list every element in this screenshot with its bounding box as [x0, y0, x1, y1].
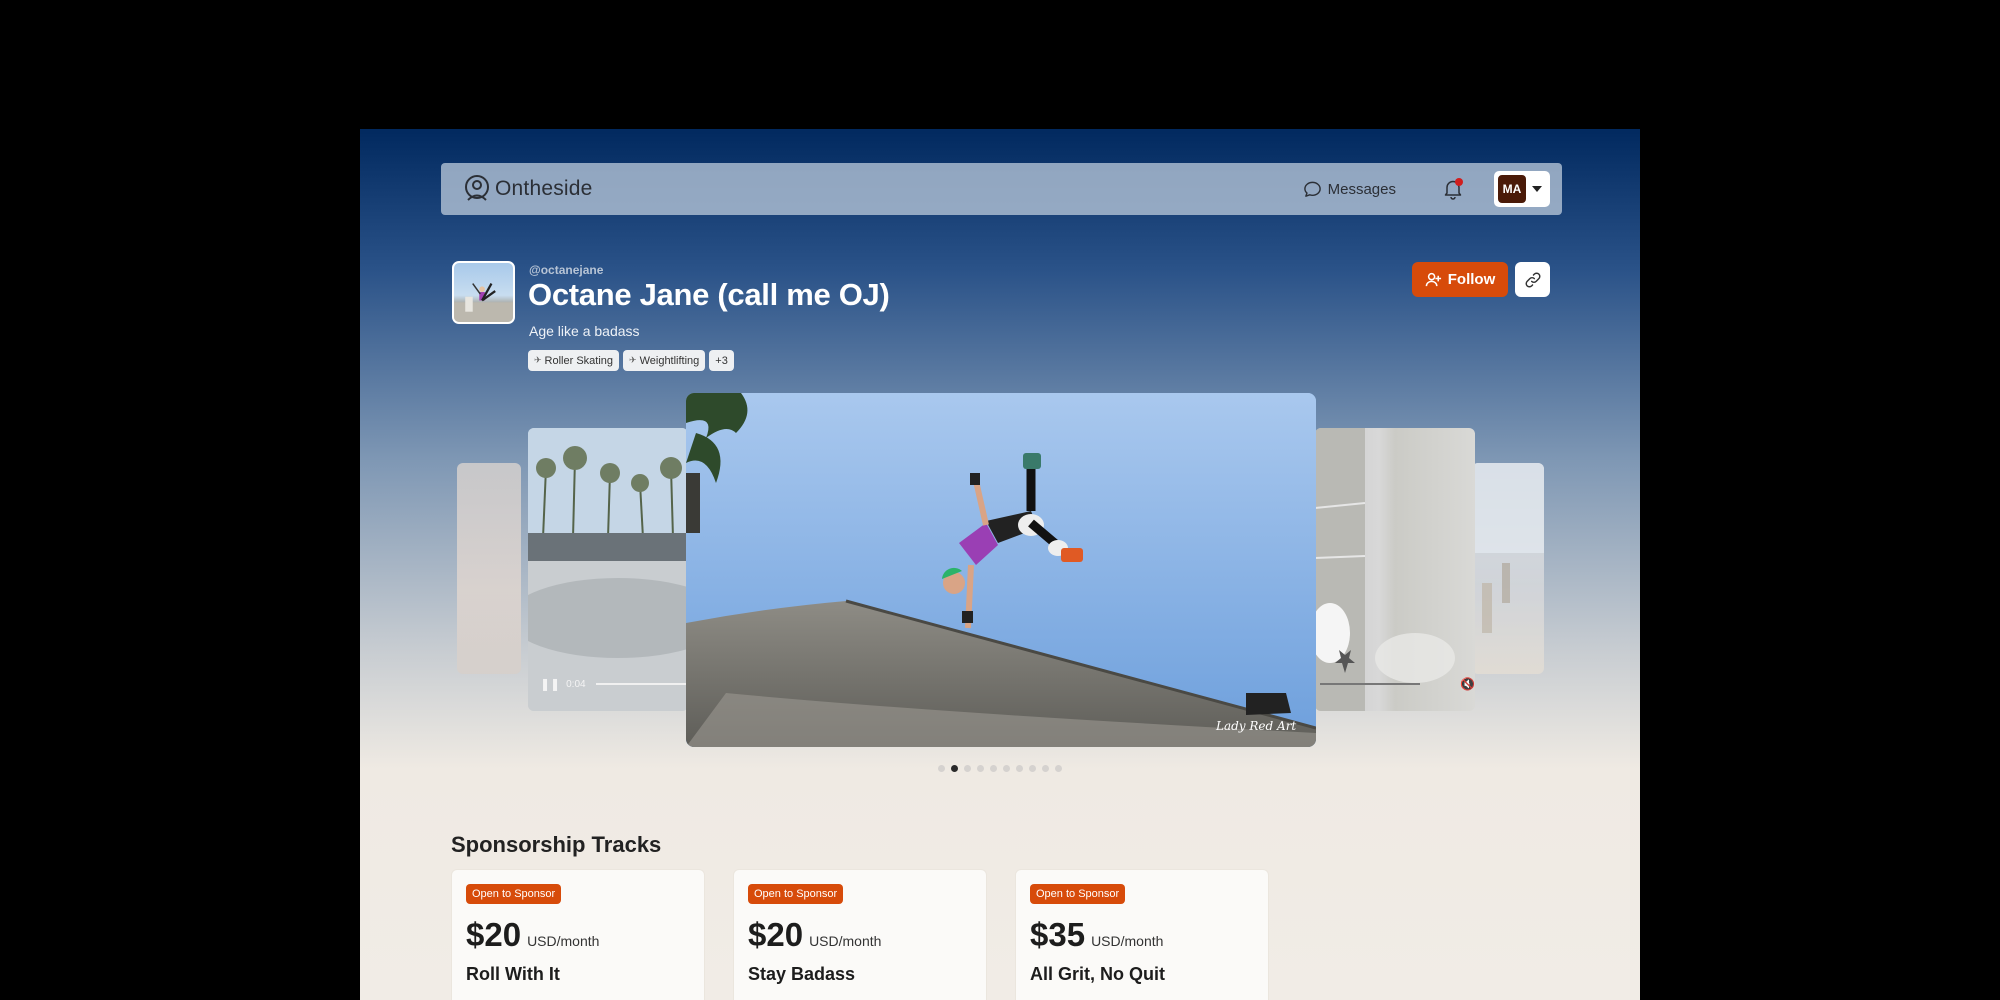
- top-nav: Ontheside Messages MA: [441, 163, 1562, 215]
- track-period: USD/month: [809, 933, 882, 949]
- tag-weightlifting[interactable]: ✈ Weightlifting: [623, 350, 706, 371]
- left-video-controls: ❚❚ 0:04: [540, 677, 696, 691]
- carousel-pagination: [938, 765, 1062, 772]
- link-icon: [1525, 272, 1540, 287]
- page-frame: Ontheside Messages MA @octanejane Octane…: [360, 129, 1640, 1000]
- track-name: Roll With It: [466, 964, 560, 984]
- sponsorship-track-card[interactable]: Open to Sponsor $35 USD/month All Grit, …: [1015, 869, 1269, 1000]
- carousel-slide-far-right[interactable]: [1472, 463, 1544, 674]
- track-price: $35: [1030, 916, 1086, 953]
- profile-tagline: Age like a badass: [529, 323, 640, 339]
- profile-photo: [452, 261, 515, 324]
- brand-logo[interactable]: Ontheside: [461, 173, 593, 205]
- wing-icon: ✈: [534, 355, 542, 365]
- carousel-dot[interactable]: [977, 765, 984, 772]
- copy-link-button[interactable]: [1515, 262, 1550, 297]
- brand-name: Ontheside: [495, 177, 593, 200]
- track-name: All Grit, No Quit: [1030, 964, 1165, 984]
- carousel-dot[interactable]: [990, 765, 997, 772]
- carousel-dot[interactable]: [1016, 765, 1023, 772]
- wing-icon: ✈: [629, 355, 637, 365]
- track-price: $20: [748, 916, 804, 953]
- profile-handle: @octanejane: [529, 263, 604, 277]
- add-user-icon: [1425, 272, 1441, 287]
- account-menu-button[interactable]: MA: [1494, 171, 1550, 207]
- carousel-active-slide[interactable]: Lady Red Art: [686, 393, 1316, 747]
- follow-label: Follow: [1447, 271, 1496, 288]
- notifications-button[interactable]: [1442, 178, 1464, 200]
- right-video-controls: 🔇: [1320, 677, 1475, 691]
- tag-label: Roller Skating: [544, 354, 614, 367]
- video-time: 0:04: [566, 678, 586, 690]
- messages-label: Messages: [1327, 180, 1396, 198]
- status-badge: Open to Sponsor: [466, 884, 562, 904]
- ontheside-logo-icon: [465, 175, 489, 201]
- video-progress-track[interactable]: [1320, 683, 1420, 685]
- messages-link[interactable]: Messages: [1303, 180, 1396, 199]
- status-badge: Open to Sponsor: [748, 884, 844, 904]
- tag-label: Weightlifting: [639, 354, 700, 367]
- carousel-dot[interactable]: [964, 765, 971, 772]
- carousel-dot[interactable]: [1029, 765, 1036, 772]
- track-period: USD/month: [527, 933, 600, 949]
- track-price: $20: [466, 916, 522, 953]
- tag-label: +3: [715, 354, 728, 367]
- sponsorship-track-card[interactable]: Open to Sponsor $20 USD/month Roll With …: [451, 869, 705, 1000]
- carousel-dot[interactable]: [1055, 765, 1062, 772]
- avatar: MA: [1498, 175, 1526, 203]
- carousel-slide-right[interactable]: [1315, 428, 1475, 711]
- chevron-down-icon: [1532, 186, 1542, 192]
- sponsorship-track-card[interactable]: Open to Sponsor $20 USD/month Stay Badas…: [733, 869, 987, 1000]
- sponsorship-section-title: Sponsorship Tracks: [451, 832, 662, 857]
- carousel-dot[interactable]: [938, 765, 945, 772]
- chat-bubble-icon: [1303, 181, 1321, 197]
- status-badge: Open to Sponsor: [1030, 884, 1126, 904]
- pause-icon[interactable]: ❚❚: [540, 677, 560, 691]
- carousel-dot[interactable]: [1003, 765, 1010, 772]
- tag-roller-skating[interactable]: ✈ Roller Skating: [528, 350, 620, 371]
- tag-more[interactable]: +3: [709, 350, 734, 371]
- roller-skater-photo: Lady Red Art: [686, 393, 1316, 747]
- carousel-dot-active[interactable]: [951, 765, 958, 772]
- track-name: Stay Badass: [748, 964, 856, 984]
- track-period: USD/month: [1091, 933, 1164, 949]
- carousel-slide-far-left[interactable]: [457, 463, 521, 674]
- carousel-dot[interactable]: [1042, 765, 1049, 772]
- follow-button[interactable]: Follow: [1412, 262, 1508, 297]
- video-progress-track[interactable]: [595, 683, 696, 685]
- mute-icon[interactable]: 🔇: [1460, 677, 1475, 691]
- notification-dot: [1455, 178, 1463, 186]
- photo-watermark: Lady Red Art: [1215, 719, 1296, 733]
- profile-name: Octane Jane (call me OJ): [528, 277, 890, 312]
- interest-tags: ✈ Roller Skating ✈ Weightlifting +3: [528, 350, 734, 371]
- carousel-slide-left[interactable]: [528, 428, 688, 711]
